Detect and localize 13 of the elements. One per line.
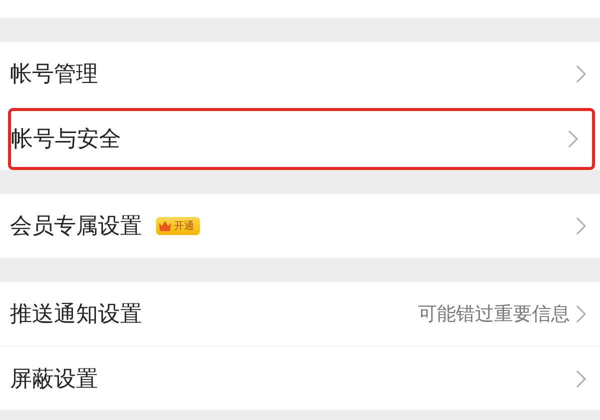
chevron-right-icon xyxy=(576,65,586,83)
setting-hint: 可能错过重要信息 xyxy=(418,302,570,327)
setting-item[interactable]: 推送通知设置 xyxy=(10,299,142,329)
chevron-right-icon xyxy=(576,217,586,235)
chevron-right-icon xyxy=(568,130,578,148)
chevron-right-icon xyxy=(576,305,586,323)
crown-icon xyxy=(158,219,172,233)
chevron-right-icon xyxy=(576,370,586,388)
vip-badge: 开通 xyxy=(156,217,200,235)
setting-item[interactable]: 屏蔽设置 xyxy=(10,364,98,394)
setting-item[interactable]: 会员专属设置 xyxy=(10,211,142,241)
setting-item[interactable]: 帐号管理 xyxy=(10,59,98,89)
setting-item[interactable]: 帐号与安全 xyxy=(11,124,121,154)
